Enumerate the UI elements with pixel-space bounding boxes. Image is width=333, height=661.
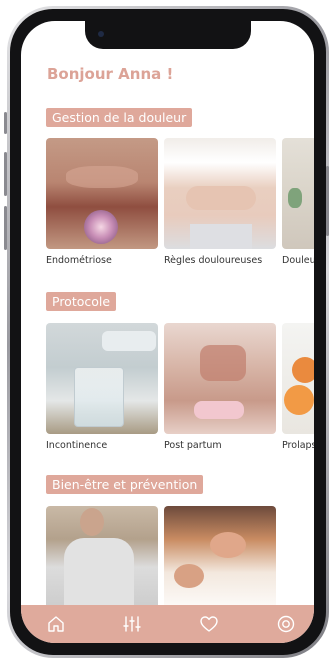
card-caption: Post partum (164, 440, 222, 451)
carousel-bien-etre[interactable] (46, 506, 314, 605)
card-caption: Endométriose (46, 255, 112, 266)
profile-icon (277, 615, 295, 633)
post-partum-image (164, 323, 276, 434)
home-icon (48, 616, 64, 632)
section-label-bien-etre: Bien-être et prévention (46, 475, 204, 494)
section-label-douleur: Gestion de la douleur (46, 108, 193, 127)
endometriose-image (46, 138, 158, 249)
card-endometriose[interactable]: Endométriose (46, 138, 158, 266)
nav-profile[interactable] (276, 614, 296, 634)
card-bien-etre-1[interactable] (46, 506, 158, 605)
nav-favorites[interactable] (199, 614, 219, 634)
card-bien-etre-2[interactable] (164, 506, 276, 605)
nav-settings[interactable] (122, 614, 142, 634)
card-douleur[interactable]: Douleu (282, 138, 314, 266)
notch (85, 21, 251, 49)
volume-down-button (4, 206, 7, 250)
greeting-title: Bonjour Anna ! (47, 65, 174, 83)
regles-image (164, 138, 276, 249)
card-caption: Prolaps (282, 440, 314, 451)
bien-etre-image-2 (164, 506, 276, 605)
nav-home[interactable] (46, 614, 66, 634)
sliders-icon (123, 616, 141, 632)
card-regles-douloureuses[interactable]: Règles douloureuses (164, 138, 276, 266)
card-post-partum[interactable]: Post partum (164, 323, 276, 451)
bottom-nav (21, 605, 314, 643)
heart-icon (200, 616, 218, 632)
card-caption: Incontinence (46, 440, 108, 451)
carousel-douleur[interactable]: Endométriose Règles douloureuses Douleu (46, 138, 314, 268)
home-content: Bonjour Anna ! Gestion de la douleur End… (21, 21, 314, 605)
douleur-image (282, 138, 314, 249)
prolaps-image (282, 323, 314, 434)
card-caption: Règles douloureuses (164, 255, 263, 266)
power-button (326, 166, 329, 236)
app-screen: Bonjour Anna ! Gestion de la douleur End… (21, 21, 314, 643)
section-label-protocole: Protocole (46, 292, 117, 311)
mute-switch (4, 112, 7, 134)
card-caption: Douleu (282, 255, 314, 266)
card-incontinence[interactable]: Incontinence (46, 323, 158, 451)
front-camera (98, 31, 104, 37)
bien-etre-image-1 (46, 506, 158, 605)
card-prolaps[interactable]: Prolaps (282, 323, 314, 451)
incontinence-image (46, 323, 158, 434)
volume-up-button (4, 152, 7, 196)
carousel-protocole[interactable]: Incontinence Post partum Prolaps (46, 323, 314, 453)
